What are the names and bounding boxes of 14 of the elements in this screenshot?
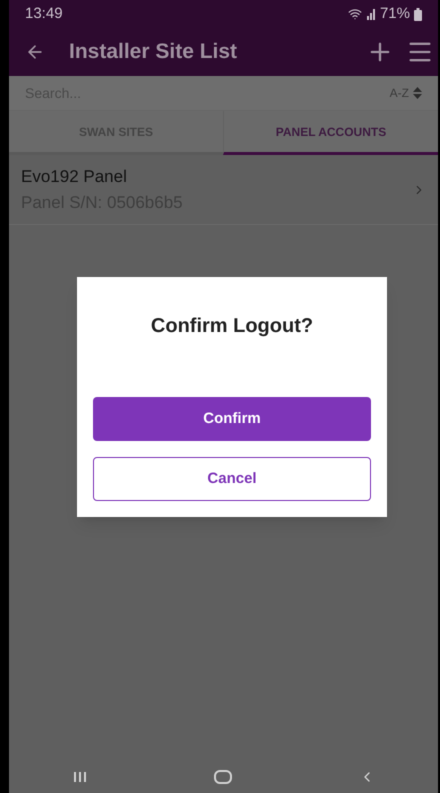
battery-icon <box>414 8 422 20</box>
battery-percent: 71% <box>380 4 410 24</box>
status-time: 13:49 <box>25 4 63 24</box>
recent-apps-icon[interactable] <box>72 770 86 782</box>
header-title: Installer Site List <box>69 39 238 66</box>
confirm-button[interactable]: Confirm <box>93 397 371 441</box>
sort-icon <box>413 86 422 100</box>
wifi-icon <box>348 7 362 21</box>
item-title: Evo192 Panel <box>21 166 128 188</box>
home-icon[interactable] <box>214 770 232 784</box>
cancel-button[interactable]: Cancel <box>93 457 371 501</box>
dialog-title: Confirm Logout? <box>150 314 314 339</box>
signal-icon <box>366 8 376 20</box>
tab[interactable]: PANEL ACCOUNTS <box>223 111 438 155</box>
